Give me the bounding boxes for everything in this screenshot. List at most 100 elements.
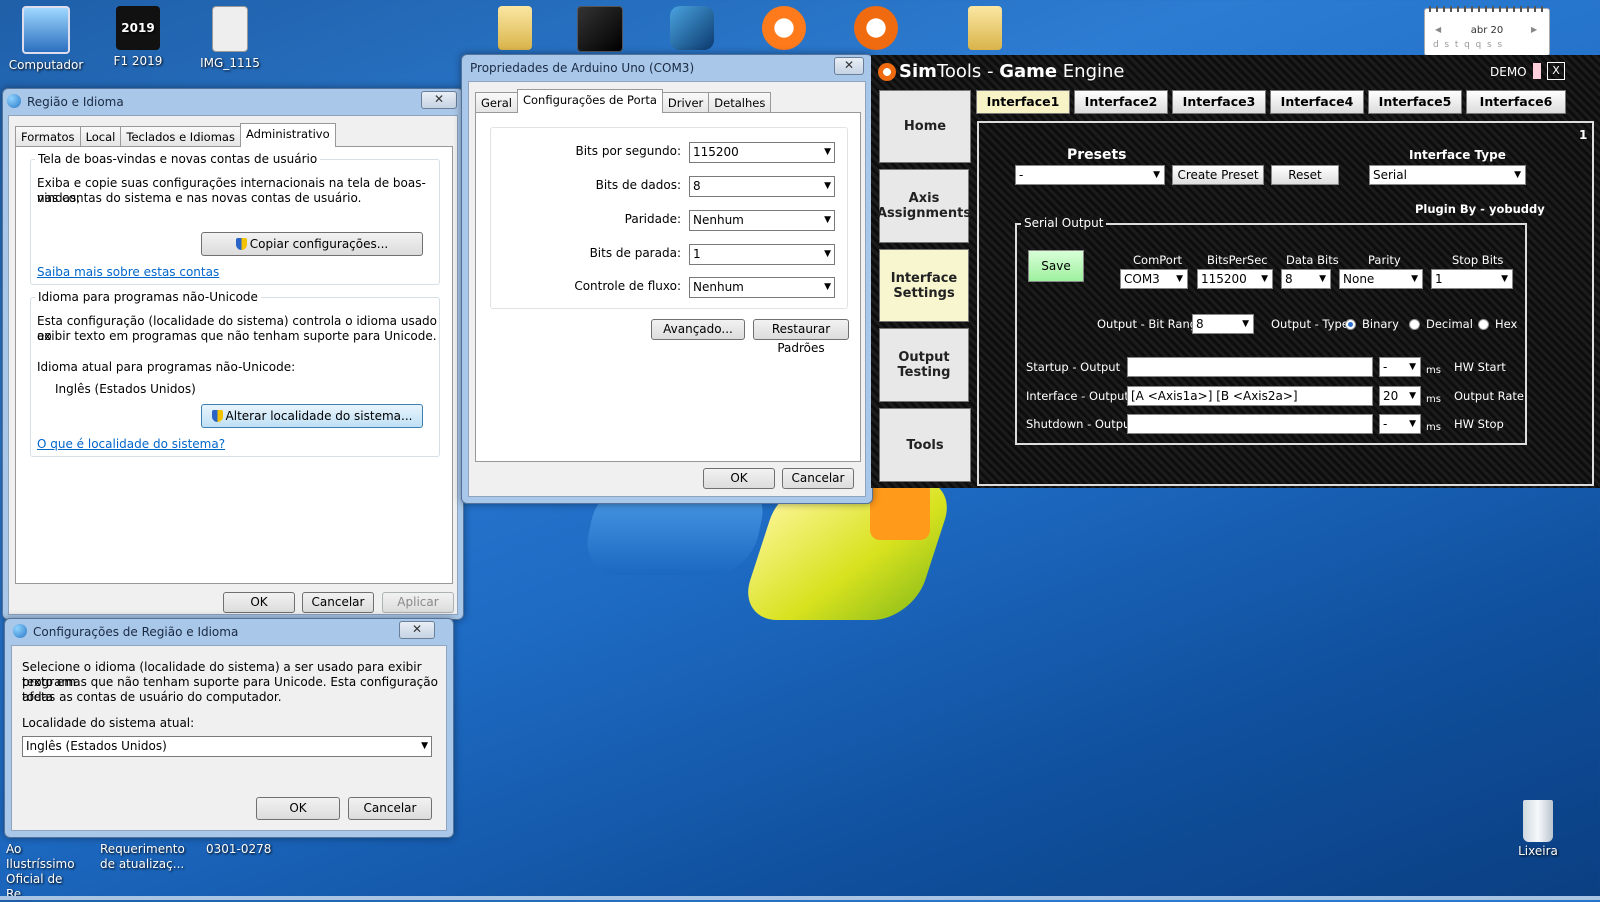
databits-label: Data Bits [1286,253,1339,267]
databits-select[interactable]: 8 ▼ [1281,269,1331,289]
tab-administrativo[interactable]: Administrativo [239,123,336,147]
apply-button[interactable]: Aplicar [382,592,454,613]
minimize-button[interactable] [1533,63,1541,79]
desktop-file-label[interactable]: Ao Ilustríssimo Oficial de Re... [6,842,92,902]
binary-radio[interactable] [1345,319,1356,330]
stopbits-select[interactable]: 1 ▼ [1431,269,1513,289]
group-description: nas contas do sistema e nas novas contas… [37,191,362,205]
bitrange-select[interactable]: 8 ▼ [1192,314,1254,334]
desktop-icon-img-1115[interactable]: IMG_1115 [190,6,270,70]
close-button[interactable]: ✕ [421,91,457,109]
startup-ms-select[interactable]: - ▼ [1379,357,1421,377]
arduino-properties-window[interactable]: Propriedades de Arduino Uno (COM3) ✕ Ger… [461,54,873,504]
select-value: Nenhum [693,213,744,227]
what-is-locale-link[interactable]: O que é localidade do sistema? [37,437,225,452]
startup-output-input[interactable] [1127,357,1373,377]
tab-driver[interactable]: Driver [661,92,710,113]
tab-geral[interactable]: Geral [475,92,518,113]
nav-interface-settings[interactable]: Interface Settings [879,249,969,322]
tab-formatos[interactable]: Formatos [15,126,81,147]
bits-per-second-select[interactable]: 115200 ▼ [689,142,835,163]
window-titlebar[interactable]: Propriedades de Arduino Uno (COM3) ✕ [462,55,872,81]
parity-select[interactable]: Nenhum ▼ [689,210,835,231]
tab-panel: Bits por segundo: 115200 ▼ Bits de dados:… [475,112,861,462]
page-number: 1 [1579,128,1588,142]
desktop-icon-app-4[interactable] [836,6,916,54]
advanced-button[interactable]: Avançado... [651,319,745,340]
bitspersec-select[interactable]: 115200 ▼ [1197,269,1273,289]
startup-output-label: Startup - Output [1026,360,1121,374]
field-label: Bits de dados: [595,178,681,192]
desktop-icon-app-2[interactable] [652,6,732,54]
desktop-icon-label: Computador [8,58,84,72]
desktop-icon-app-1[interactable] [560,6,640,56]
hex-radio[interactable] [1478,319,1489,330]
close-button[interactable]: ✕ [399,621,435,639]
reset-button[interactable]: Reset [1271,165,1339,185]
simtools-close-button[interactable]: X [1547,62,1565,80]
nav-axis-assignments[interactable]: Axis Assignments [877,169,971,243]
stop-bits-select[interactable]: 1 ▼ [689,244,835,265]
window-titlebar[interactable]: Região e Idioma ✕ [3,89,463,115]
tab-interface3[interactable]: Interface3 [1172,90,1266,114]
shutdown-ms-select[interactable]: - ▼ [1379,414,1421,434]
cancel-button[interactable]: Cancelar [782,468,854,489]
parity-select[interactable]: None ▼ [1339,269,1423,289]
tab-detalhes[interactable]: Detalhes [708,92,772,113]
system-locale-select[interactable]: Inglês (Estados Unidos) ▼ [22,736,432,757]
window-titlebar[interactable]: Configurações de Região e Idioma ✕ [5,619,453,645]
select-value: 1 [693,247,701,261]
create-preset-button[interactable]: Create Preset [1172,165,1264,185]
interface-ms-select[interactable]: 20 ▼ [1379,386,1421,406]
comport-select[interactable]: COM3 ▼ [1120,269,1188,289]
desktop-file-label[interactable]: 0301-0278 [206,842,292,857]
chevron-down-icon: ▼ [1176,274,1183,284]
learn-accounts-link[interactable]: Saiba mais sobre estas contas [37,265,219,280]
desktop-icon-app-3[interactable] [744,6,824,54]
tab-interface6[interactable]: Interface6 [1466,90,1566,114]
desktop-icon-folder-1[interactable] [475,6,555,54]
region-language-window[interactable]: Região e Idioma ✕ Formatos Local Teclado… [2,88,464,620]
globe-icon [13,624,27,638]
calendar-gadget[interactable]: ◀ abr 20 ▶ d s t q q s s [1424,6,1550,56]
nav-output-testing[interactable]: Output Testing [879,328,969,402]
simtools-window[interactable]: SimTools - Game Engine DEMO X Home Axis … [871,55,1600,488]
desktop-file-label[interactable]: Requerimento de atualizaç... [100,842,186,872]
interface-output-input[interactable]: [A <Axis1a>] [B <Axis2a>] [1127,386,1373,406]
select-value: - [1019,168,1024,182]
ok-button[interactable]: OK [703,468,775,489]
cancel-button[interactable]: Cancelar [348,797,432,820]
ok-button[interactable]: OK [256,797,340,820]
data-bits-select[interactable]: 8 ▼ [689,176,835,197]
locale-dialog[interactable]: Configurações de Região e Idioma ✕ Selec… [4,618,454,838]
nav-tools[interactable]: Tools [879,408,971,482]
presets-select[interactable]: - ▼ [1015,165,1165,185]
interface-type-select[interactable]: Serial ▼ [1369,165,1526,185]
calendar-next-icon[interactable]: ▶ [1531,25,1537,34]
desktop-icon-folder-2[interactable] [945,6,1025,54]
close-button[interactable]: ✕ [834,57,864,75]
tab-port-settings[interactable]: Configurações de Porta [516,89,663,113]
wallpaper-orange-shape [870,480,930,540]
desktop-icon-computer[interactable]: Computador [6,6,86,72]
tab-interface5[interactable]: Interface5 [1368,90,1462,114]
tab-interface1[interactable]: Interface1 [976,90,1070,114]
tab-local[interactable]: Local [79,126,122,147]
tab-interface2[interactable]: Interface2 [1074,90,1168,114]
decimal-radio[interactable] [1409,319,1420,330]
desktop-icon-f1-2019[interactable]: 2019 F1 2019 [98,6,178,68]
tab-interface4[interactable]: Interface4 [1270,90,1364,114]
tab-teclados[interactable]: Teclados e Idiomas [120,126,241,147]
recycle-bin[interactable]: Lixeira [1508,800,1568,858]
save-button[interactable]: Save [1028,250,1084,282]
flow-control-select[interactable]: Nenhum ▼ [689,277,835,298]
change-locale-button[interactable]: Alterar localidade do sistema... [201,404,423,428]
button-label: Alterar localidade do sistema... [225,409,413,423]
restore-defaults-button[interactable]: Restaurar Padrões [753,319,849,355]
cancel-button[interactable]: Cancelar [302,592,374,613]
ok-button[interactable]: OK [223,592,295,613]
shutdown-output-input[interactable] [1127,414,1373,434]
chevron-down-icon: ▼ [824,282,831,292]
copy-settings-button[interactable]: Copiar configurações... [201,232,423,256]
nav-home[interactable]: Home [879,90,971,163]
